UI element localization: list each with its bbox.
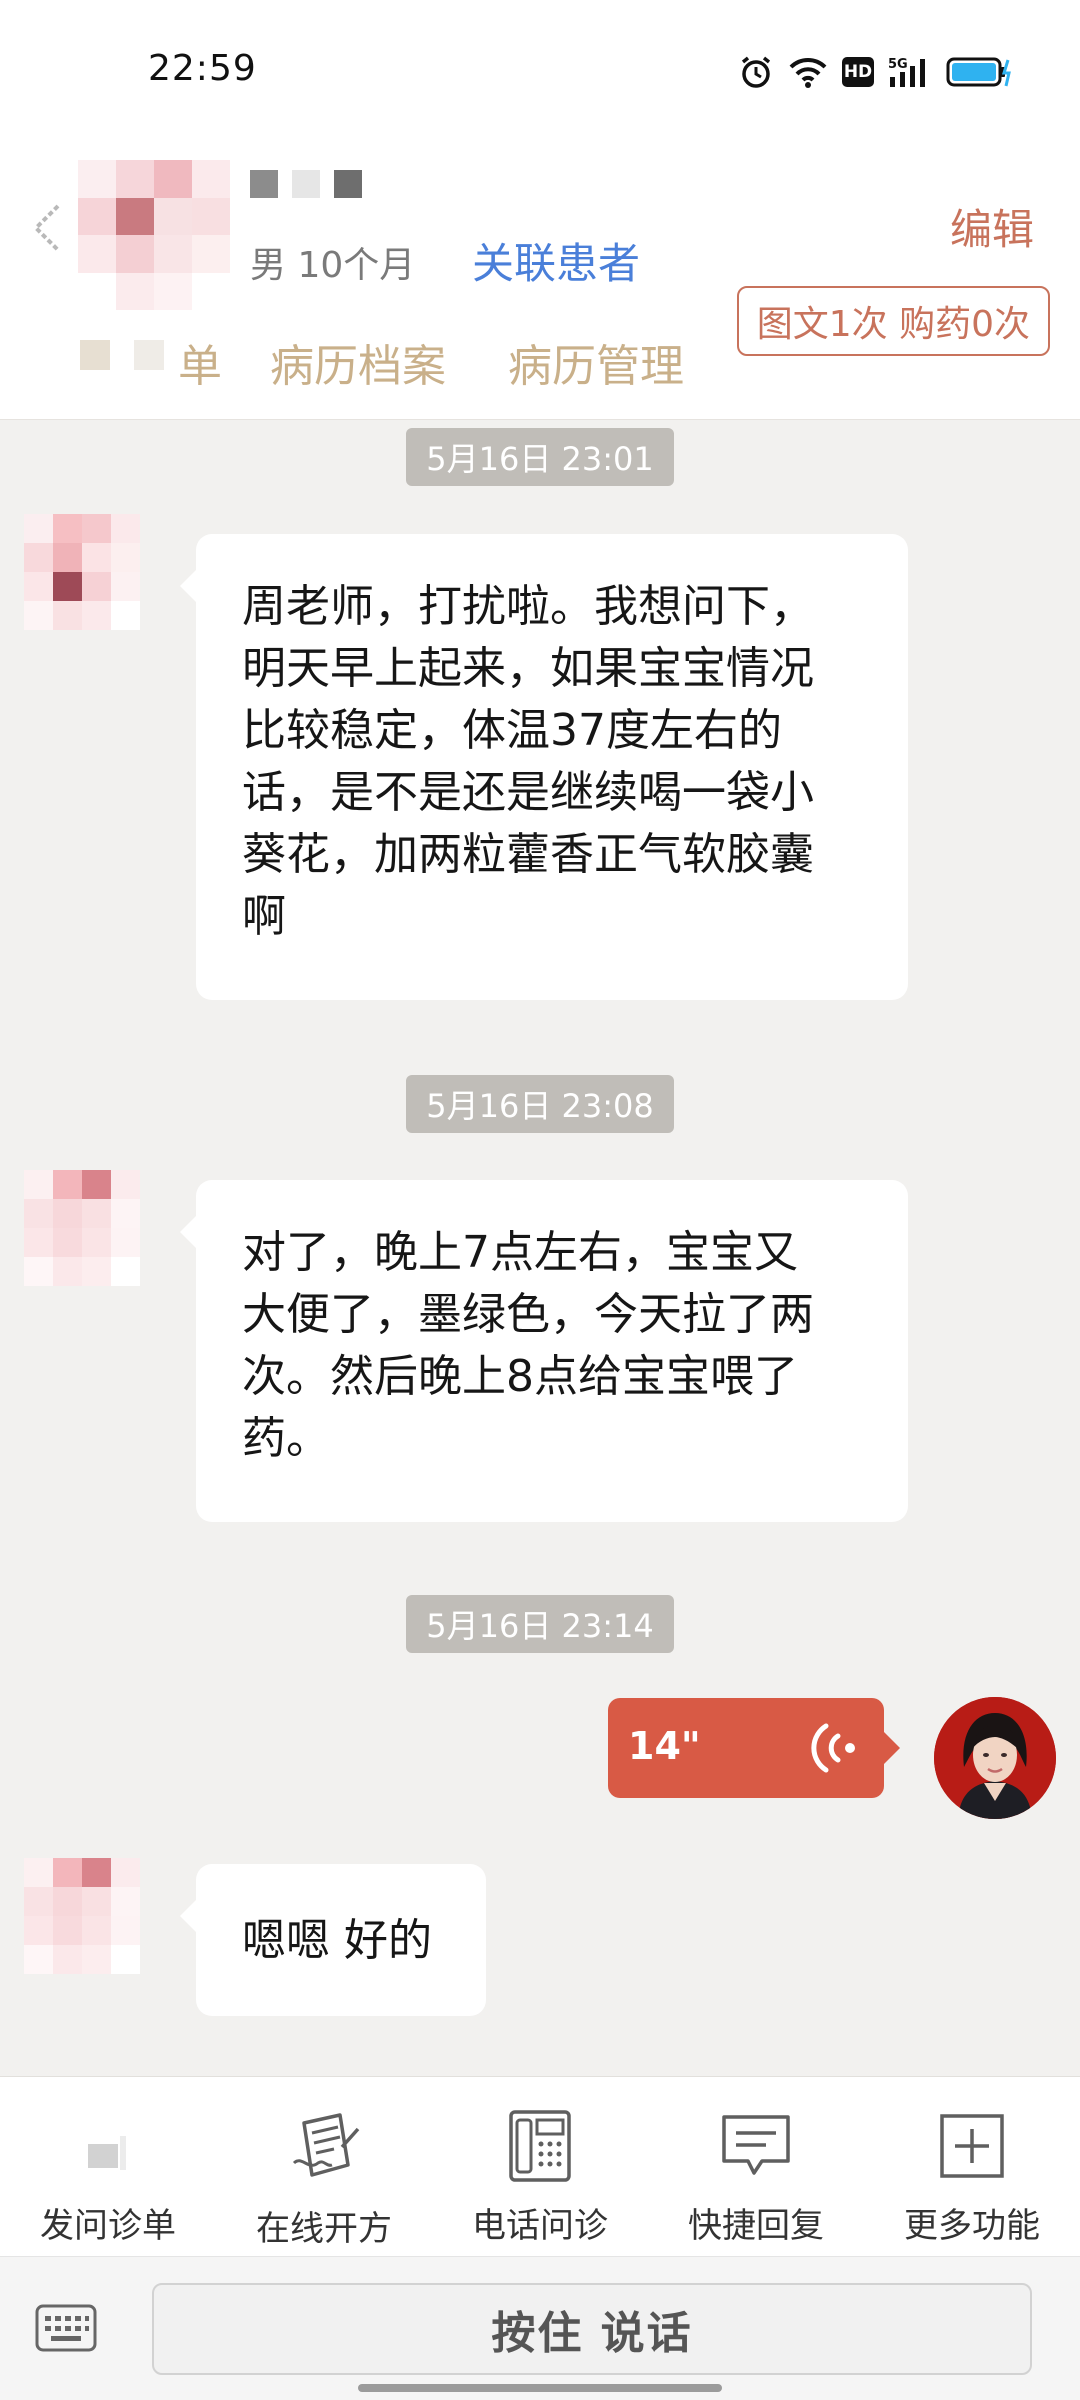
prescription-icon [284,2107,364,2187]
doctor-avatar[interactable] [934,1697,1056,1819]
message-line: 明天早上起来，如果宝宝情况 [242,643,814,694]
phone-consultation-button[interactable]: 电话问诊 [432,2107,648,2247]
message-timestamp: 5月16日 23:01 [406,428,674,486]
wifi-icon [789,57,827,88]
tool-label: 快捷回复 [688,2206,824,2246]
patient-gender-age: 男 10个月 [250,245,416,286]
message-line: 药。 [242,1413,330,1464]
message-line: 比较稳定，体温37度左右的 [242,705,782,756]
message-line: 对了，晚上7点左右，宝宝又 [242,1227,798,1278]
tab-first-partial[interactable]: 单 [178,330,222,394]
voice-wave-icon [811,1723,855,1773]
tab-record-management[interactable]: 病历管理 [508,330,684,394]
tool-label: 发问诊单 [40,2206,176,2246]
patient-message-avatar[interactable] [24,1858,140,1974]
tab-first-blurred [80,340,164,370]
questionnaire-icon [68,2107,148,2184]
tool-label: 在线开方 [256,2209,392,2249]
message-timestamp: 5月16日 23:08 [406,1075,674,1133]
message-line: 大便了，墨绿色，今天拉了两 [242,1289,814,1340]
input-bar: 按住 说话 [0,2256,1080,2400]
status-time: 22:59 [148,48,257,89]
patient-name-blurred [250,170,370,202]
alarm-icon [741,56,771,88]
status-bar: 22:59 HD 5G [0,0,1080,140]
patient-avatar[interactable] [78,160,230,310]
more-functions-button[interactable]: 更多功能 [864,2107,1080,2247]
status-icons: HD 5G [738,50,1012,94]
link-patient-button[interactable]: 关联患者 [472,230,640,291]
phone-consult-icon [500,2107,580,2184]
voice-duration: 14" [628,1724,701,1768]
battery-icon [946,57,1011,87]
home-indicator[interactable] [358,2384,722,2392]
message-line: 葵花，加两粒藿香正气软胶囊 [242,829,814,880]
send-questionnaire-button[interactable]: 发问诊单 [0,2107,216,2247]
patient-message-bubble[interactable]: 周老师，打扰啦。我想问下， 明天早上起来，如果宝宝情况 比较稳定，体温37度左右… [180,534,908,1000]
hold-to-talk-button[interactable]: 按住 说话 [152,2283,1032,2375]
quick-reply-button[interactable]: 快捷回复 [648,2107,864,2247]
signal-5g-icon: 5G [888,57,925,87]
tool-label: 电话问诊 [472,2206,608,2246]
message-timestamp: 5月16日 23:14 [406,1595,674,1653]
patient-message-bubble[interactable]: 嗯嗯 好的 [180,1864,486,2016]
message-line: 周老师，打扰啦。我想问下， [242,581,814,632]
voice-message-bubble[interactable]: 14" [608,1698,900,1798]
edit-button[interactable]: 编辑 [950,196,1034,257]
patient-message-avatar[interactable] [24,514,140,630]
keyboard-icon[interactable] [34,2303,98,2353]
message-line: 话，是不是还是继续喝一袋小 [242,767,814,818]
function-toolbar: 发问诊单 在线开方 电话问诊 快捷回复 更多功能 [0,2076,1080,2256]
service-count-badge[interactable]: 图文1次 购药0次 [736,286,1050,356]
chat-header: 男 10个月 关联患者 编辑 单 病历档案 病历管理 图文1次 购药0次 [0,140,1080,420]
svg-text:5G: 5G [888,57,908,72]
tab-medical-records[interactable]: 病历档案 [270,330,446,394]
message-line: 啊 [242,891,286,942]
hd-badge: HD [842,57,874,87]
online-prescription-button[interactable]: 在线开方 [216,2107,432,2249]
message-line: 嗯嗯 好的 [242,1915,432,1966]
tool-label: 更多功能 [904,2206,1040,2246]
quick-reply-icon [716,2107,796,2184]
message-line: 次。然后晚上8点给宝宝喂了 [242,1351,798,1402]
more-functions-icon [932,2107,1012,2184]
patient-message-bubble[interactable]: 对了，晚上7点左右，宝宝又 大便了，墨绿色，今天拉了两 次。然后晚上8点给宝宝喂… [180,1180,908,1522]
patient-message-avatar[interactable] [24,1170,140,1286]
back-icon[interactable] [28,198,68,258]
